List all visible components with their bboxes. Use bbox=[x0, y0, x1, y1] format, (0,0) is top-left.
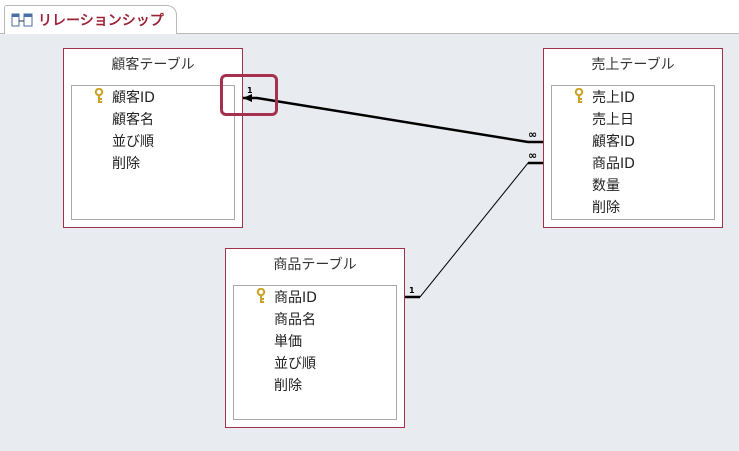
key-icon bbox=[574, 88, 584, 103]
field-name: 並び順 bbox=[112, 134, 154, 150]
field-row[interactable]: 並び順 bbox=[234, 352, 396, 374]
table-title[interactable]: 商品テーブル bbox=[226, 249, 404, 279]
field-row[interactable]: 売上ID bbox=[552, 86, 714, 108]
field-name: 削除 bbox=[274, 378, 302, 394]
field-name: 顧客ID bbox=[592, 134, 635, 150]
field-row[interactable]: 売上日 bbox=[552, 108, 714, 130]
field-row[interactable]: 削除 bbox=[552, 196, 714, 218]
field-row[interactable]: 顧客名 bbox=[72, 108, 234, 130]
highlight-annotation bbox=[220, 74, 278, 116]
field-row[interactable]: 商品名 bbox=[234, 308, 396, 330]
field-row[interactable]: 削除 bbox=[234, 374, 396, 396]
table-title[interactable]: 売上テーブル bbox=[544, 49, 722, 79]
table-product[interactable]: 商品テーブル 商品ID 商品名 単価 並び順 削除 bbox=[225, 248, 405, 428]
key-icon bbox=[256, 288, 266, 303]
table-title[interactable]: 顧客テーブル bbox=[64, 49, 242, 79]
field-name: 商品ID bbox=[274, 290, 317, 306]
field-list[interactable]: 売上ID 売上日 顧客ID 商品ID 数量 削除 bbox=[551, 85, 715, 220]
relationship-icon bbox=[11, 13, 33, 27]
field-row[interactable]: 削除 bbox=[72, 152, 234, 174]
field-name: 並び順 bbox=[274, 356, 316, 372]
field-row[interactable]: 数量 bbox=[552, 174, 714, 196]
field-name: 商品名 bbox=[274, 312, 316, 328]
field-row[interactable]: 顧客ID bbox=[552, 130, 714, 152]
table-customer[interactable]: 顧客テーブル 顧客ID 顧客名 並び順 削除 bbox=[63, 48, 243, 228]
tab-relationships[interactable]: リレーションシップ bbox=[4, 5, 177, 34]
field-name: 売上ID bbox=[592, 90, 635, 106]
field-name: 顧客ID bbox=[112, 90, 155, 106]
field-row[interactable]: 商品ID bbox=[552, 152, 714, 174]
field-name: 数量 bbox=[592, 178, 620, 194]
field-name: 顧客名 bbox=[112, 112, 154, 128]
tab-label: リレーションシップ bbox=[38, 13, 164, 29]
document-tab-bar: リレーションシップ bbox=[0, 0, 739, 34]
key-icon bbox=[94, 88, 104, 103]
field-list[interactable]: 商品ID 商品名 単価 並び順 削除 bbox=[233, 285, 397, 420]
field-row[interactable]: 顧客ID bbox=[72, 86, 234, 108]
table-sales[interactable]: 売上テーブル 売上ID 売上日 顧客ID 商品ID 数量 削除 bbox=[543, 48, 723, 228]
field-name: 商品ID bbox=[592, 156, 635, 172]
field-row[interactable]: 商品ID bbox=[234, 286, 396, 308]
field-name: 単価 bbox=[274, 334, 302, 350]
field-name: 売上日 bbox=[592, 112, 634, 128]
field-name: 削除 bbox=[112, 156, 140, 172]
field-list[interactable]: 顧客ID 顧客名 並び順 削除 bbox=[71, 85, 235, 220]
field-name: 削除 bbox=[592, 200, 620, 216]
field-row[interactable]: 単価 bbox=[234, 330, 396, 352]
field-row[interactable]: 並び順 bbox=[72, 130, 234, 152]
